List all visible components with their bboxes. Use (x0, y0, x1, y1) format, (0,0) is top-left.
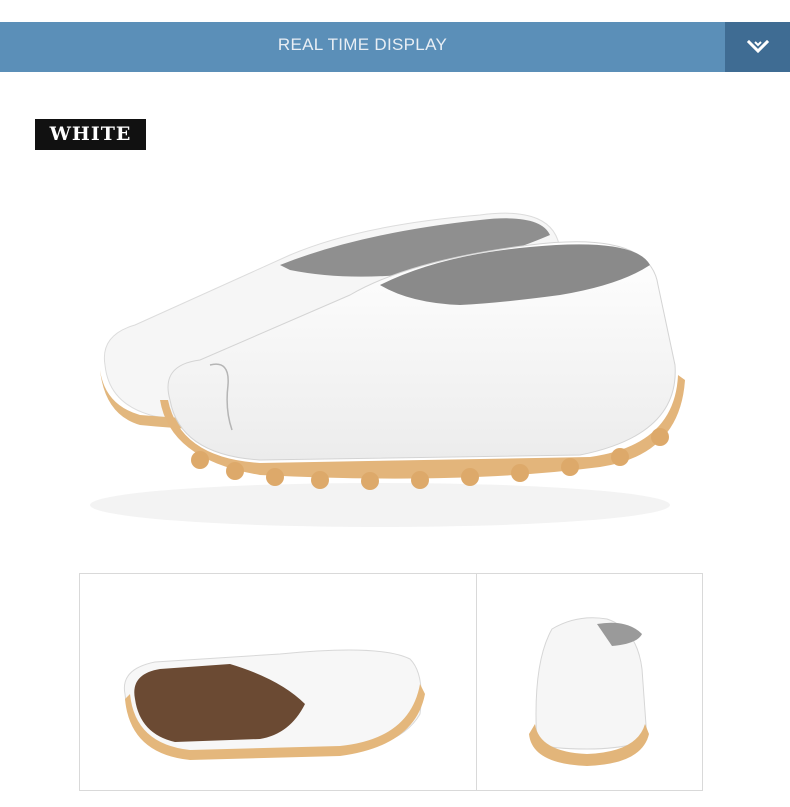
header-title: REAL TIME DISPLAY (277, 35, 448, 54)
thumbnail-side-view[interactable] (79, 573, 478, 791)
thumbnail-heel-view[interactable] (476, 573, 703, 791)
side-view-image (123, 649, 425, 760)
chevron-down-icon (747, 40, 769, 54)
color-label: WHITE (35, 119, 146, 150)
header-bar: REAL TIME DISPLAY (0, 22, 790, 72)
expand-toggle-button[interactable] (725, 22, 790, 72)
main-product-image (90, 212, 685, 527)
heel-view-image (529, 617, 649, 766)
